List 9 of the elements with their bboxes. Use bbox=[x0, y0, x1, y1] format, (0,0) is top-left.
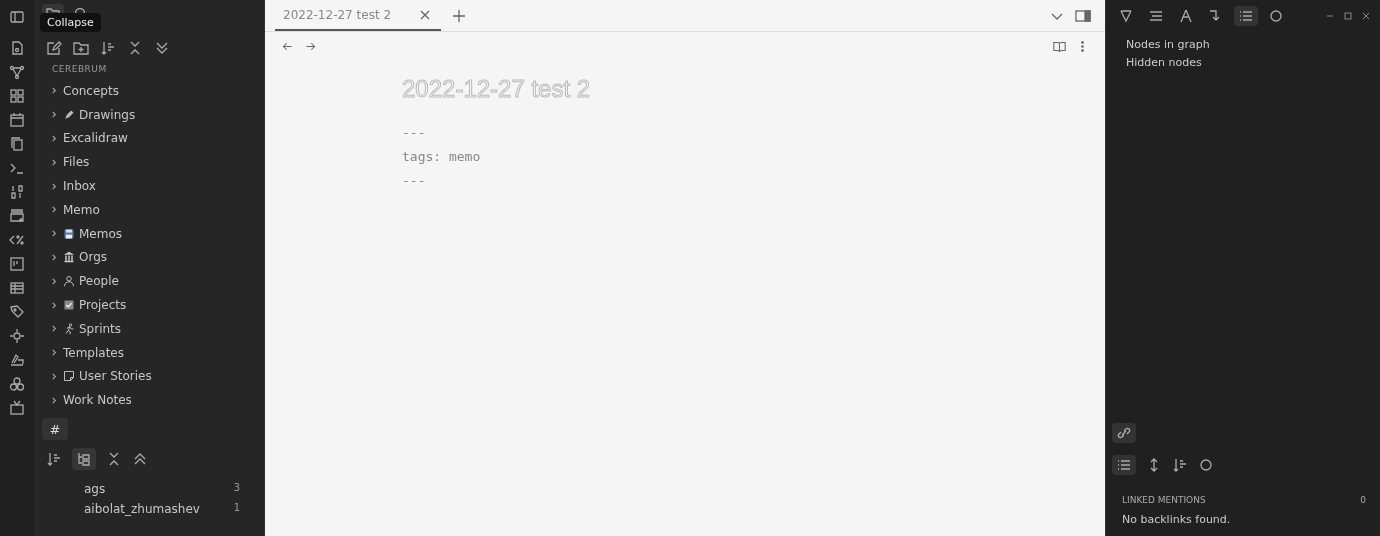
tag-count: 1 bbox=[233, 502, 240, 516]
tooltip: Collapse bbox=[40, 13, 101, 32]
mention-count: 0 bbox=[1360, 495, 1366, 505]
empty-message: No backlinks found. bbox=[1121, 512, 1232, 528]
frontmatter-line: --- bbox=[402, 124, 426, 142]
frontmatter-line: tags: memo bbox=[402, 148, 481, 166]
note-title: 2022-12-27 test 2 bbox=[402, 75, 591, 103]
tag-count: 3 bbox=[233, 482, 240, 496]
frontmatter-line: --- bbox=[402, 172, 426, 190]
